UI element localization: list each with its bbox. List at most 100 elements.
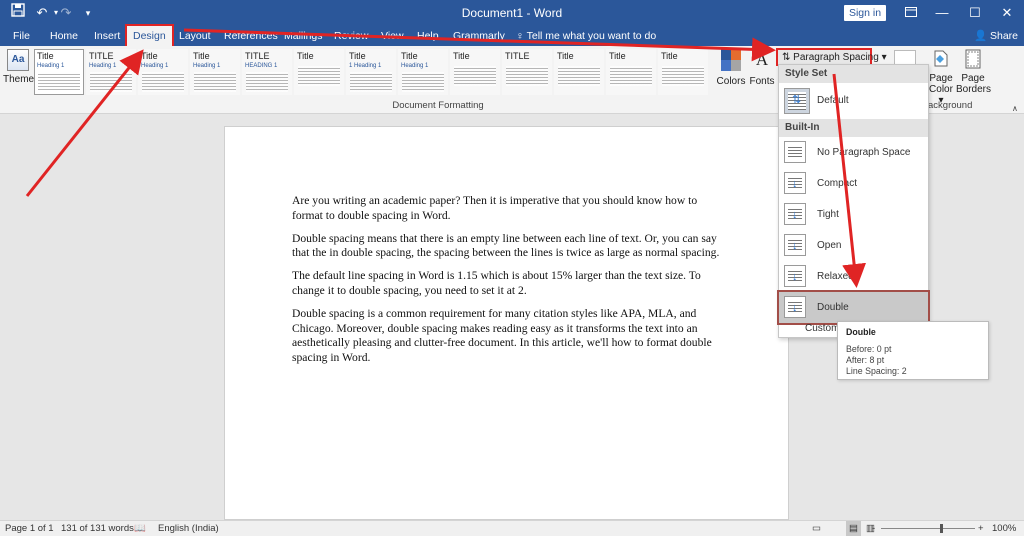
style-set-thumbnail-lines	[662, 66, 704, 86]
group-label-document-formatting: Document Formatting	[392, 100, 484, 111]
zoom-in-button[interactable]: +	[978, 521, 984, 536]
tell-me-search[interactable]: ♀ Tell me what you want to do	[516, 26, 656, 46]
style-set-thumbnail-title: Title	[37, 51, 54, 61]
style-set-thumbnail[interactable]: TITLE Heading 1	[86, 49, 136, 95]
menu-item-relaxed[interactable]: ↓ Relaxed	[779, 261, 928, 292]
menu-item-open[interactable]: ↓ Open	[779, 230, 928, 261]
sign-in-button[interactable]: Sign in	[844, 5, 886, 21]
style-set-thumbnail-lines	[506, 66, 548, 86]
style-set-thumbnail-heading	[295, 62, 343, 64]
page-borders-button[interactable]: Page Borders	[956, 49, 991, 95]
menu-item-no-paragraph-space[interactable]: No Paragraph Space	[779, 137, 928, 168]
vertical-scrollbar[interactable]	[1012, 114, 1024, 520]
style-set-thumbnail-title: Title	[557, 51, 574, 61]
tab-mailings[interactable]: Mailings	[284, 26, 323, 46]
style-set-thumbnail-lines	[454, 66, 496, 86]
language-indicator[interactable]: English (India)	[158, 521, 219, 536]
style-set-gallery: Title Heading 1 TITLE Heading 1 Title Heading…	[34, 49, 714, 97]
person-icon: 👤	[974, 30, 990, 42]
zoom-slider-thumb[interactable]	[940, 524, 943, 533]
tell-me-label: Tell me what you want to do	[526, 30, 657, 42]
page-borders-label-1: Page	[961, 73, 985, 84]
paragraph[interactable]: Double spacing is a common requirement f…	[292, 307, 720, 366]
spacing-double-icon: ↓	[784, 296, 806, 318]
page-color-label-1: Page	[929, 73, 953, 84]
spacing-none-icon	[784, 141, 806, 163]
collapse-ribbon-icon[interactable]: ∧	[1012, 104, 1018, 113]
style-set-thumbnail[interactable]: TITLE	[502, 49, 552, 95]
menu-item-default[interactable]: ⇅ Default	[779, 83, 928, 119]
paragraph[interactable]: The default line spacing in Word is 1.15…	[292, 269, 720, 299]
zoom-out-button[interactable]: -	[872, 521, 875, 536]
style-set-thumbnail-title: Title	[141, 51, 158, 61]
word-count[interactable]: 131 of 131 words	[61, 521, 134, 536]
paragraph-spacing-menu: Style Set ⇅ Default Built-In No Paragrap…	[777, 64, 930, 338]
tab-review[interactable]: Review	[334, 26, 368, 46]
proofing-icon[interactable]: 📖	[134, 521, 146, 536]
page-count[interactable]: Page 1 of 1	[5, 521, 54, 536]
ribbon-display-options-icon[interactable]	[894, 0, 928, 26]
tab-design[interactable]: Design	[125, 24, 174, 50]
share-label: Share	[990, 30, 1019, 42]
colors-button[interactable]: Colors	[716, 49, 746, 87]
tab-home[interactable]: Home	[50, 26, 78, 46]
style-set-thumbnail-title: Title	[661, 51, 678, 61]
tab-file[interactable]: File	[13, 26, 30, 46]
tooltip-after: After: 8 pt	[846, 355, 885, 365]
style-set-thumbnail-heading: HEADING 1	[245, 63, 278, 69]
style-set-thumbnail-title: Title	[401, 51, 418, 61]
tab-view[interactable]: View	[381, 26, 404, 46]
tab-grammarly[interactable]: Grammarly	[453, 26, 505, 46]
spacing-open-icon: ↓	[784, 234, 806, 256]
style-set-thumbnail-lines	[402, 72, 444, 92]
style-set-thumbnail[interactable]: Title	[606, 49, 656, 95]
style-set-thumbnail-lines	[246, 72, 288, 92]
zoom-level[interactable]: 100%	[992, 521, 1016, 536]
colors-label: Colors	[716, 76, 746, 87]
fonts-button[interactable]: A Fonts	[748, 49, 776, 87]
style-set-thumbnail[interactable]: Title Heading 1	[190, 49, 240, 95]
print-layout-icon[interactable]: ▤	[846, 521, 861, 536]
chevron-down-icon: ▾	[878, 52, 887, 63]
maximize-icon[interactable]: ☐	[958, 0, 992, 26]
style-set-thumbnail[interactable]: TITLE HEADING 1	[242, 49, 292, 95]
share-button[interactable]: 👤 Share	[974, 26, 1018, 46]
tooltip-line-spacing: Line Spacing: 2	[846, 366, 907, 376]
menu-item-double[interactable]: ↓ Double	[777, 290, 930, 325]
document-body[interactable]: Are you writing an academic paper? Then …	[292, 194, 720, 374]
paragraph-spacing-label: Paragraph Spacing	[793, 52, 879, 63]
tooltip-title: Double	[846, 327, 876, 337]
tab-help[interactable]: Help	[417, 26, 439, 46]
menu-item-label: No Paragraph Space	[817, 147, 911, 158]
tab-layout[interactable]: Layout	[179, 26, 211, 46]
style-set-thumbnail-lines	[558, 66, 600, 86]
style-set-thumbnail[interactable]: Title	[554, 49, 604, 95]
style-set-thumbnail-title: Title	[609, 51, 626, 61]
style-set-thumbnail[interactable]: Title 1 Heading 1	[346, 49, 396, 95]
style-set-thumbnail[interactable]: Title	[294, 49, 344, 95]
tab-insert[interactable]: Insert	[94, 26, 120, 46]
style-set-thumbnail-lines	[90, 72, 132, 92]
themes-button[interactable]: Aa Themes	[3, 49, 39, 99]
zoom-slider[interactable]	[881, 528, 975, 529]
style-set-thumbnail[interactable]: Title	[658, 49, 708, 95]
style-set-thumbnail-heading: Heading 1	[141, 63, 169, 69]
close-icon[interactable]: ✕	[990, 0, 1024, 26]
style-set-thumbnail[interactable]: Title Heading 1	[34, 49, 84, 95]
document-page[interactable]: Are you writing an academic paper? Then …	[224, 126, 789, 520]
style-set-thumbnail-heading: Heading 1	[193, 63, 221, 69]
menu-item-tight[interactable]: ↓ Tight	[779, 199, 928, 230]
read-mode-icon[interactable]: ▭	[812, 521, 821, 536]
paragraph[interactable]: Are you writing an academic paper? Then …	[292, 194, 720, 224]
minimize-icon[interactable]: —	[925, 0, 959, 26]
tab-references[interactable]: References	[224, 26, 278, 46]
page-color-button[interactable]: Page Color ▾	[926, 49, 956, 106]
menu-item-compact[interactable]: ↓ Compact	[779, 168, 928, 199]
style-set-thumbnail-title: Title	[349, 51, 366, 61]
style-set-thumbnail[interactable]: Title Heading 1	[398, 49, 448, 95]
page-color-label-2: Color	[929, 84, 953, 95]
style-set-thumbnail-title: Title	[453, 51, 470, 61]
style-set-thumbnail[interactable]: Title Heading 1	[138, 49, 188, 95]
paragraph[interactable]: Double spacing means that there is an em…	[292, 232, 720, 262]
style-set-thumbnail[interactable]: Title	[450, 49, 500, 95]
